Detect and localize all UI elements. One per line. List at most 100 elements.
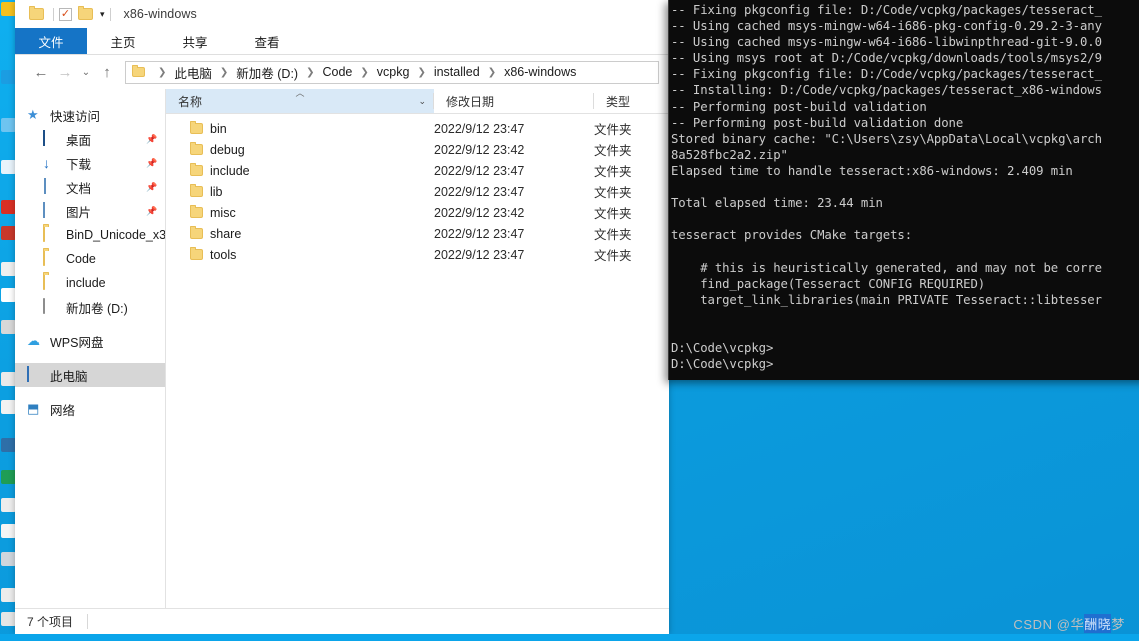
command-prompt-window[interactable]: -- Fixing pkgconfig file: D:/Code/vcpkg/… (668, 0, 1139, 380)
taskbar[interactable] (0, 634, 1139, 641)
recent-locations-icon[interactable]: ⌄ (77, 60, 95, 84)
sidebar-item-label: WPS网盘 (50, 335, 104, 350)
g-app-icon-glyph (1, 160, 16, 174)
breadcrumb-separator: ❯ (306, 66, 315, 78)
sidebar-item-9[interactable]: ☁ WPS网盘 (15, 329, 165, 353)
breadcrumb-item-drive-d[interactable]: 新加卷 (D:) (235, 63, 299, 82)
file-name-label: lib (210, 184, 223, 199)
pin-icon[interactable]: 📌 (146, 133, 157, 145)
tab-icon-glyph (1, 524, 16, 538)
sidebar-item-4[interactable]: 图片 📌 (15, 199, 165, 223)
table-row[interactable]: debug 2022/9/12 23:42 文件夹 (166, 139, 669, 160)
breadcrumb-item-x86-windows[interactable]: x86-windows (503, 65, 577, 79)
column-header-name[interactable]: ︿ 名称 ⌄ (166, 89, 434, 113)
address-bar[interactable]: ❯ 此电脑 ❯ 新加卷 (D:) ❯ Code ❯ vcpkg ❯ instal… (125, 60, 659, 84)
folder-icon[interactable] (29, 5, 44, 21)
properties-icon[interactable]: ✓ (59, 7, 74, 21)
chevron-down-icon[interactable]: ⌄ (418, 96, 426, 107)
sidebar-item-label: 快速访问 (50, 109, 101, 124)
this-pc-icon-glyph (27, 366, 29, 382)
table-row[interactable]: misc 2022/9/12 23:42 文件夹 (166, 202, 669, 223)
table-row[interactable]: tools 2022/9/12 23:47 文件夹 (166, 244, 669, 265)
sidebar-item-5[interactable]: BinD_Unicode_x32 (15, 223, 165, 247)
console-line: -- Installing: D:/Code/vcpkg/packages/te… (671, 83, 1102, 98)
cloud-icon: ☁ (27, 333, 43, 349)
console-line: D:\Code\vcpkg> (671, 357, 774, 372)
folder-icon (132, 65, 145, 77)
folder-icon (190, 184, 203, 197)
cell-modified-date: 2022/9/12 23:42 (434, 205, 525, 220)
tab-home[interactable]: 主页 (87, 28, 159, 54)
breadcrumb-item-this-pc[interactable]: 此电脑 (173, 63, 213, 82)
file-name-label: tools (210, 247, 237, 262)
sidebar-item-7[interactable]: include (15, 271, 165, 295)
sidebar-item-0[interactable]: ★ 快速访问 (15, 103, 165, 127)
table-row[interactable]: lib 2022/9/12 23:47 文件夹 (166, 181, 669, 202)
chevron-down-icon[interactable]: ▾ (100, 9, 105, 20)
tab-share[interactable]: 共享 (159, 28, 231, 54)
sidebar-item-8[interactable]: 新加卷 (D:) (15, 295, 165, 319)
cell-name: debug (166, 142, 434, 157)
breadcrumb-item-vcpkg[interactable]: vcpkg (376, 65, 411, 79)
column-header-type-label: 类型 (606, 94, 631, 109)
pin-icon[interactable]: 📌 (146, 157, 157, 169)
table-row[interactable]: bin 2022/9/12 23:47 文件夹 (166, 118, 669, 139)
star-icon: ★ (27, 107, 43, 123)
console-line: -- Using cached msys-mingw-w64-i686-pkg-… (671, 19, 1102, 34)
watermark-suffix: 梦 (1111, 617, 1125, 632)
cell-name: lib (166, 184, 434, 199)
console-line: -- Fixing pkgconfig file: D:/Code/vcpkg/… (671, 3, 1102, 17)
cell-type: 文件夹 (594, 144, 632, 158)
sidebar-item-11[interactable]: ⬒ 网络 (15, 397, 165, 421)
tab-file[interactable]: 文件 (15, 28, 87, 54)
breadcrumb-item-code[interactable]: Code (322, 65, 354, 79)
divider (109, 7, 111, 21)
photo-icon-glyph (1, 438, 16, 452)
cell-type: 文件夹 (594, 249, 632, 263)
column-header-modified[interactable]: 修改日期 (434, 89, 594, 113)
console-line: -- Performing post-build validation done (671, 115, 964, 130)
forward-icon[interactable]: → (53, 60, 77, 84)
generic-icon-glyph (1, 118, 16, 132)
network-icon-glyph: ⬒ (27, 401, 40, 416)
up-icon[interactable]: ↑ (95, 60, 119, 84)
media-icon-glyph (1, 498, 16, 512)
back-icon[interactable]: ← (29, 60, 53, 84)
sidebar-item-label: 网络 (50, 403, 76, 418)
console-line: -- Using msys root at D:/Code/vcpkg/down… (671, 51, 1102, 66)
file-name-label: include (210, 163, 250, 178)
sidebar-item-2[interactable]: ↓ 下载 📌 (15, 151, 165, 175)
divider (53, 7, 54, 21)
column-header-type[interactable]: 类型 (594, 89, 669, 113)
tab-view[interactable]: 查看 (231, 28, 303, 54)
column-header-row: ︿ 名称 ⌄ 修改日期 类型 (166, 89, 669, 114)
pin-icon[interactable]: 📌 (146, 181, 157, 193)
file-name-label: bin (210, 121, 227, 136)
folder-icon-glyph (43, 274, 45, 290)
folder-icon-glyph (43, 250, 45, 266)
sidebar-item-10[interactable]: 此电脑 (15, 363, 165, 387)
watermark-prefix: CSDN @华 (1013, 617, 1085, 632)
pin-icon[interactable]: 📌 (146, 205, 157, 217)
cell-modified-date: 2022/9/12 23:47 (434, 163, 525, 178)
download-icon-glyph: ↓ (43, 155, 50, 171)
window-title: x86-windows (123, 7, 197, 21)
sidebar-item-label: 下载 (66, 157, 92, 172)
sidebar-item-label: 此电脑 (50, 369, 88, 384)
folder-icon (190, 121, 203, 134)
table-row[interactable]: share 2022/9/12 23:47 文件夹 (166, 223, 669, 244)
table-row[interactable]: include 2022/9/12 23:47 文件夹 (166, 160, 669, 181)
sidebar-item-label: include (66, 276, 106, 290)
breadcrumb-item-installed[interactable]: installed (433, 65, 481, 79)
pdf-icon-glyph (1, 200, 16, 214)
new-folder-icon[interactable] (78, 5, 93, 21)
sidebar-item-1[interactable]: 桌面 📌 (15, 127, 165, 151)
file-rows: bin 2022/9/12 23:47 文件夹 debug 2022/9/12 23:4… (166, 114, 669, 608)
sidebar-item-3[interactable]: 文档 📌 (15, 175, 165, 199)
console-line: find_package(Tesseract CONFIG REQUIRED) (671, 276, 986, 291)
cloud-icon-glyph: ☁ (27, 333, 40, 348)
sidebar-item-6[interactable]: Code (15, 247, 165, 271)
file-explorer-window: ✓ ▾ x86-windows 文件 主页 共享 查看 ← → ⌄ ↑ ❯ 此电… (15, 0, 669, 634)
cell-name: share (166, 226, 434, 241)
